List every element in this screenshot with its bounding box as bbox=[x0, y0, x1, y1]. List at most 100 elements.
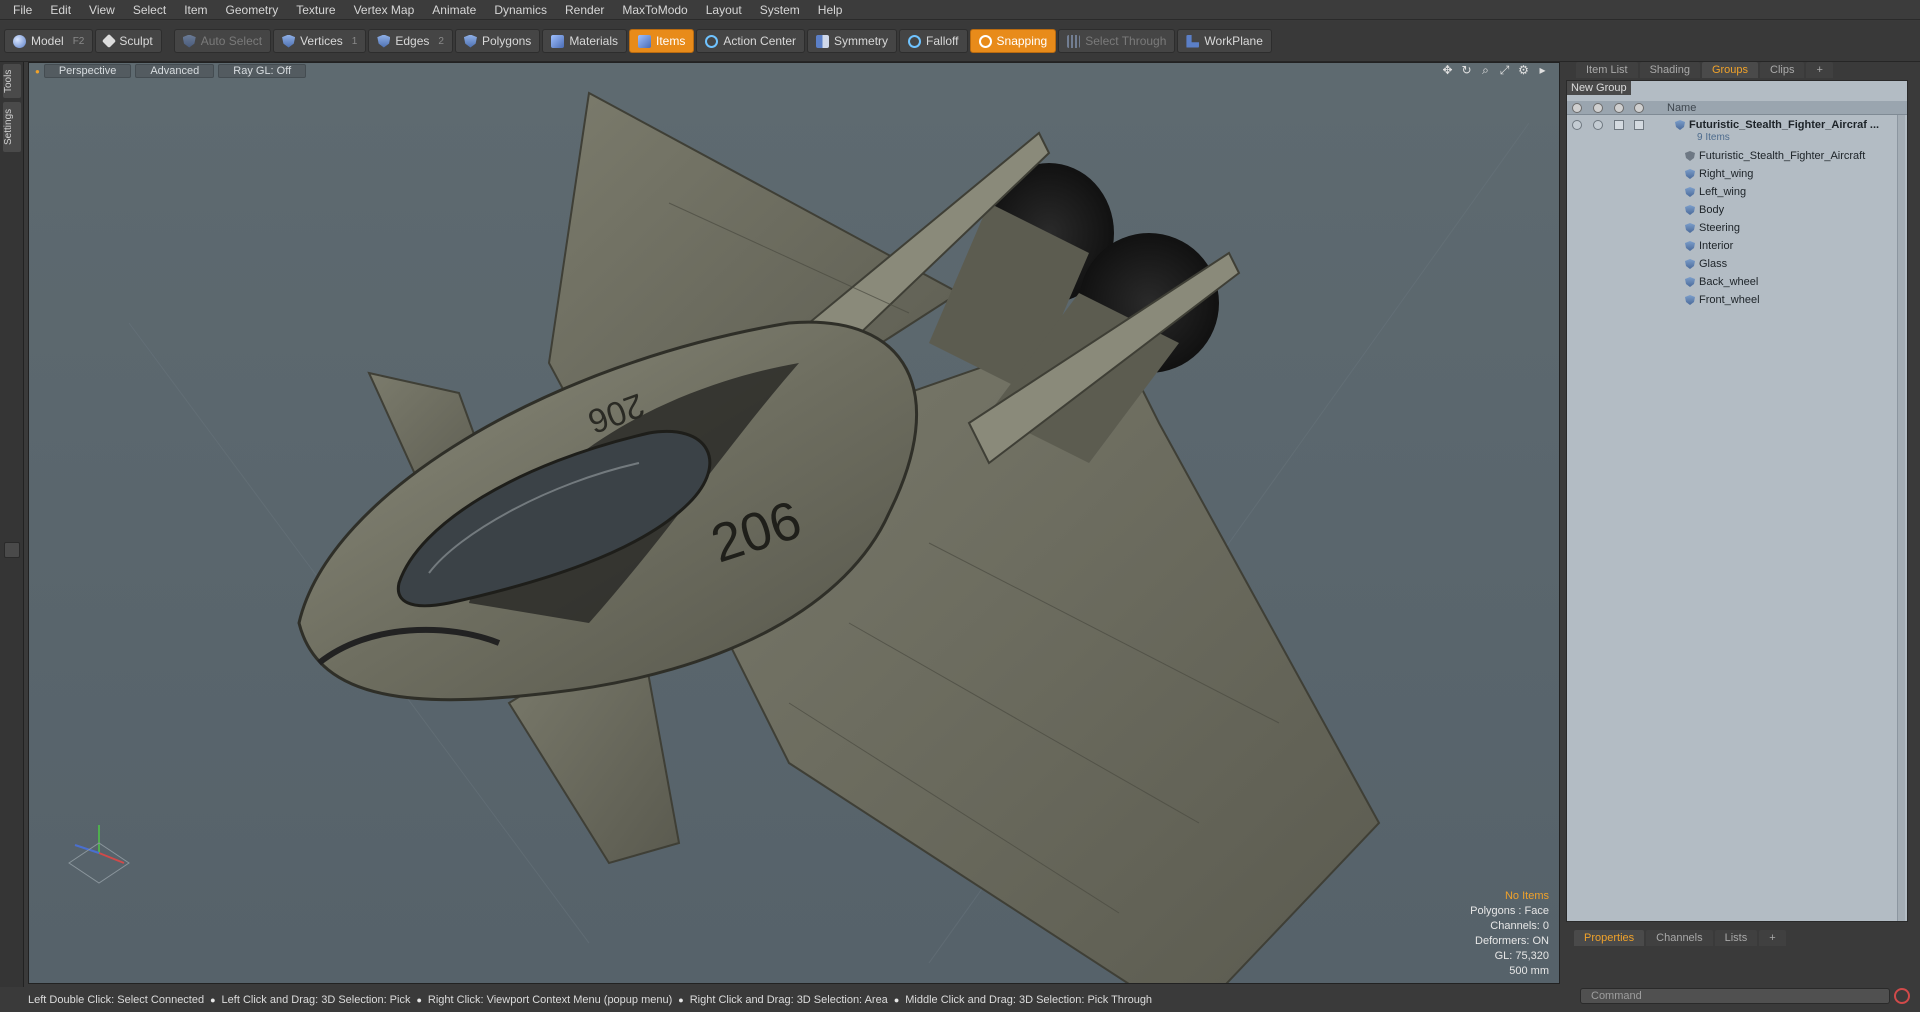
list-item[interactable]: Front_wheel bbox=[1567, 291, 1907, 309]
list-item[interactable]: Left_wing bbox=[1567, 183, 1907, 201]
menu-select[interactable]: Select bbox=[124, 0, 175, 20]
groups-scrollbar[interactable] bbox=[1897, 115, 1905, 921]
group-row[interactable]: Futuristic_Stealth_Fighter_Aircraf ... 9… bbox=[1567, 116, 1907, 146]
items-button[interactable]: Items bbox=[629, 29, 695, 53]
tab-channels[interactable]: Channels bbox=[1646, 930, 1713, 946]
brush-icon bbox=[102, 33, 117, 49]
3d-viewport[interactable]: ● Perspective Advanced Ray GL: Off ✥ ↻ ⌕… bbox=[28, 62, 1560, 984]
properties-tabs: Properties Channels Lists + bbox=[1562, 930, 1920, 946]
add-tab-button[interactable]: + bbox=[1806, 62, 1833, 78]
vertices-button[interactable]: Vertices 1 bbox=[273, 29, 367, 53]
viewport-raygl-tab[interactable]: Ray GL: Off bbox=[218, 64, 307, 78]
edges-button[interactable]: Edges 2 bbox=[368, 29, 453, 53]
menu-geometry[interactable]: Geometry bbox=[217, 0, 288, 20]
select-through-icon bbox=[1067, 34, 1081, 48]
info-selection: No Items bbox=[1504, 890, 1549, 902]
menu-edit[interactable]: Edit bbox=[41, 0, 80, 20]
menu-vertex-map[interactable]: Vertex Map bbox=[345, 0, 424, 20]
tab-lists[interactable]: Lists bbox=[1714, 930, 1758, 946]
menu-dynamics[interactable]: Dynamics bbox=[485, 0, 556, 20]
status-separator: ● bbox=[678, 995, 684, 1005]
viewport-advanced-tab[interactable]: Advanced bbox=[135, 64, 215, 78]
right-panel: Item List Shading Groups Clips + New Gro… bbox=[1562, 62, 1920, 1004]
materials-button[interactable]: Materials bbox=[542, 29, 627, 53]
edges-label: Edges bbox=[395, 34, 430, 48]
menu-system[interactable]: System bbox=[751, 0, 809, 20]
visibility-column-icon[interactable] bbox=[1572, 103, 1582, 113]
workplane-icon bbox=[1186, 34, 1200, 48]
menu-view[interactable]: View bbox=[80, 0, 124, 20]
tab-clips[interactable]: Clips bbox=[1760, 62, 1805, 78]
list-item-label: Body bbox=[1699, 204, 1725, 216]
viewport-perspective-tab[interactable]: Perspective bbox=[43, 64, 132, 78]
render-column-icon[interactable] bbox=[1593, 103, 1603, 113]
command-input[interactable]: Command bbox=[1580, 988, 1890, 1004]
move-view-icon[interactable]: ✥ bbox=[1441, 64, 1454, 77]
maximize-view-icon[interactable]: ⤢ bbox=[1498, 64, 1511, 77]
sculpt-button[interactable]: Sculpt bbox=[95, 29, 162, 53]
menu-item[interactable]: Item bbox=[175, 0, 216, 20]
menu-animate[interactable]: Animate bbox=[423, 0, 485, 20]
select-column-icon[interactable] bbox=[1634, 103, 1644, 113]
select-through-label: Select Through bbox=[1085, 34, 1167, 48]
status-bar: Left Double Click: Select Connected ● Lef… bbox=[28, 990, 1560, 1010]
tab-groups[interactable]: Groups bbox=[1701, 62, 1759, 78]
list-item[interactable]: Right_wing bbox=[1567, 165, 1907, 183]
viewport-menu-icon[interactable]: ● bbox=[35, 67, 40, 76]
viewport-header: ● Perspective Advanced Ray GL: Off bbox=[29, 63, 1559, 79]
list-item[interactable]: Futuristic_Stealth_Fighter_Aircraft bbox=[1567, 147, 1907, 165]
group-lock-checkbox[interactable] bbox=[1614, 120, 1624, 130]
rotate-view-icon[interactable]: ↻ bbox=[1460, 64, 1473, 77]
menu-help[interactable]: Help bbox=[809, 0, 852, 20]
action-center-icon bbox=[705, 34, 719, 48]
status-separator: ● bbox=[210, 995, 216, 1005]
info-gl: GL: 75,320 bbox=[1494, 950, 1549, 962]
workplane-button[interactable]: WorkPlane bbox=[1177, 29, 1272, 53]
viewport-info: No Items Polygons : Face Channels: 0 Def… bbox=[1470, 889, 1549, 979]
falloff-button[interactable]: Falloff bbox=[899, 29, 968, 53]
toggle-panel-button[interactable] bbox=[4, 542, 20, 558]
polygons-button[interactable]: Polygons bbox=[454, 29, 541, 53]
left-tab-strip: Tools Settings bbox=[0, 62, 24, 987]
tab-properties[interactable]: Properties bbox=[1574, 930, 1645, 946]
info-polygons: Polygons : Face bbox=[1470, 905, 1549, 917]
mesh-icon bbox=[1685, 169, 1695, 179]
auto-select-button[interactable]: Auto Select bbox=[173, 29, 272, 53]
symmetry-label: Symmetry bbox=[834, 34, 889, 48]
tab-settings[interactable]: Settings bbox=[3, 102, 21, 152]
viewport-settings-icon[interactable]: ⚙ bbox=[1517, 64, 1530, 77]
symmetry-button[interactable]: Symmetry bbox=[807, 29, 898, 53]
group-render-toggle[interactable] bbox=[1593, 120, 1603, 130]
tab-tools[interactable]: Tools bbox=[3, 64, 21, 98]
menu-maxtomodo[interactable]: MaxToModo bbox=[613, 0, 696, 20]
group-visibility-toggle[interactable] bbox=[1572, 120, 1582, 130]
list-item[interactable]: Steering bbox=[1567, 219, 1907, 237]
zoom-view-icon[interactable]: ⌕ bbox=[1479, 64, 1492, 77]
command-record-icon[interactable] bbox=[1894, 988, 1910, 1004]
list-item[interactable]: Back_wheel bbox=[1567, 273, 1907, 291]
name-column-header[interactable]: Name bbox=[1667, 101, 1696, 115]
lock-column-icon[interactable] bbox=[1614, 103, 1624, 113]
menu-texture[interactable]: Texture bbox=[287, 0, 344, 20]
viewport-tools: ✥ ↻ ⌕ ⤢ ⚙ ▸ bbox=[1441, 64, 1549, 77]
menu-render[interactable]: Render bbox=[556, 0, 613, 20]
snapping-button[interactable]: Snapping bbox=[969, 29, 1057, 53]
auto-select-icon bbox=[182, 34, 196, 48]
select-through-button[interactable]: Select Through bbox=[1058, 29, 1176, 53]
list-item[interactable]: Body bbox=[1567, 201, 1907, 219]
status-hint: Right Click: Viewport Context Menu (popu… bbox=[427, 994, 673, 1006]
menu-file[interactable]: File bbox=[4, 0, 41, 20]
group-select-checkbox[interactable] bbox=[1634, 120, 1644, 130]
list-item[interactable]: Interior bbox=[1567, 237, 1907, 255]
viewport-expand-icon[interactable]: ▸ bbox=[1536, 64, 1549, 77]
tab-item-list[interactable]: Item List bbox=[1576, 62, 1638, 78]
new-group-button[interactable]: New Group bbox=[1567, 81, 1631, 95]
menu-layout[interactable]: Layout bbox=[697, 0, 751, 20]
tab-shading[interactable]: Shading bbox=[1639, 62, 1700, 78]
list-item[interactable]: Glass bbox=[1567, 255, 1907, 273]
model-button[interactable]: Model F2 bbox=[4, 29, 94, 53]
add-bottom-tab-button[interactable]: + bbox=[1759, 930, 1786, 946]
auto-select-label: Auto Select bbox=[200, 34, 263, 48]
action-center-button[interactable]: Action Center bbox=[696, 29, 806, 53]
model-shortcut: F2 bbox=[72, 35, 85, 47]
